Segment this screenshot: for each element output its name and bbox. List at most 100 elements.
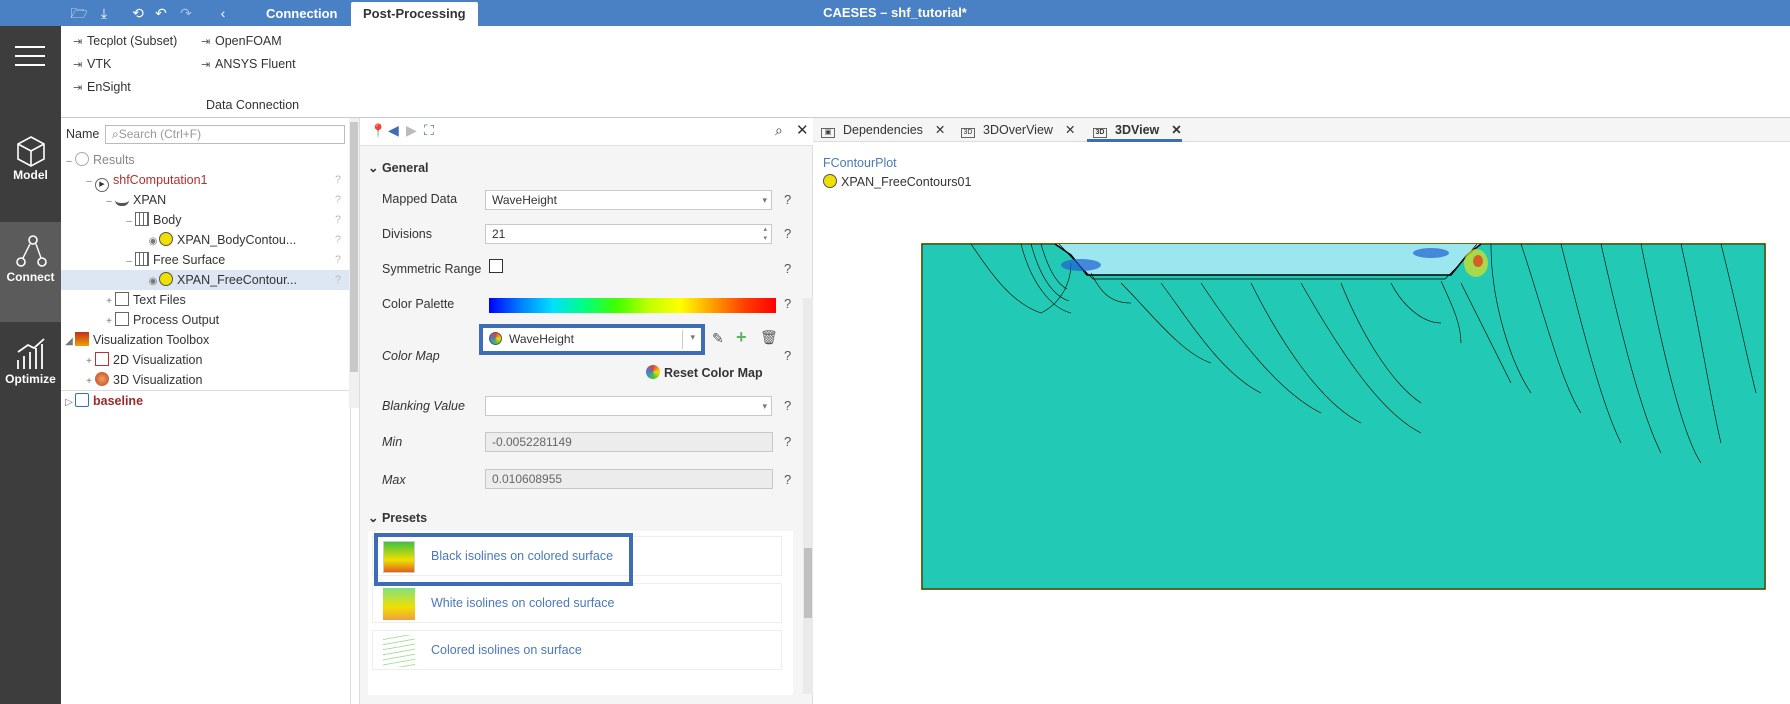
collapse-icon[interactable]: –	[103, 192, 115, 212]
ribbon-ensight[interactable]: ⇥ EnSight	[73, 77, 131, 97]
undo-icon[interactable]: ↶	[152, 4, 170, 22]
forward-arrow-icon[interactable]: ▶	[406, 122, 417, 139]
collapse-icon[interactable]: –	[63, 152, 75, 172]
add-plus-icon[interactable]: +	[736, 327, 747, 348]
redo-icon[interactable]: ↷	[177, 4, 195, 22]
expand-icon[interactable]: +	[103, 292, 115, 312]
contour-plot-header[interactable]: FContourPlot	[823, 156, 897, 170]
hamburger-menu-icon[interactable]	[15, 44, 45, 68]
general-section-header[interactable]: ⌄ General	[368, 160, 429, 175]
help-icon[interactable]: ?	[784, 261, 791, 276]
open-folder-icon[interactable]: 🗁	[70, 4, 88, 22]
tree-node-xpan-bodycontours[interactable]: ◉ XPAN_BodyContou...?	[61, 230, 349, 250]
help-icon[interactable]: ?	[335, 250, 341, 270]
properties-scrollbar[interactable]	[803, 298, 813, 694]
help-icon[interactable]: ?	[784, 398, 791, 413]
tab-3dview[interactable]: 3D 3DView ✕	[1087, 118, 1182, 142]
ribbon-ansys-fluent[interactable]: ⇥ ANSYS Fluent	[201, 54, 296, 74]
tab-dependencies[interactable]: ▣ Dependencies ✕	[815, 118, 945, 142]
close-icon[interactable]: ✕	[796, 121, 809, 139]
nav-model-label: Model	[13, 168, 48, 182]
help-icon[interactable]: ?	[784, 472, 791, 487]
help-icon[interactable]: ?	[335, 170, 341, 190]
close-icon[interactable]: ✕	[1065, 123, 1075, 137]
import-icon: ⇥	[201, 36, 211, 48]
tree-node-2d-visualization[interactable]: +2D Visualization	[61, 350, 349, 370]
back-icon[interactable]: ‹	[214, 4, 232, 22]
collapse-icon[interactable]: ◢	[63, 332, 75, 352]
collapse-icon[interactable]: –	[123, 252, 135, 272]
nav-optimize[interactable]: Optimize	[0, 326, 61, 426]
tree-node-process-output[interactable]: + Process Output	[61, 310, 349, 330]
expand-icon[interactable]: +	[83, 352, 95, 372]
tab-3doverview[interactable]: 3D 3DOverView ✕	[955, 118, 1075, 142]
collapse-icon[interactable]: –	[83, 172, 95, 192]
expand-icon[interactable]: +	[83, 372, 95, 388]
3d-view-icon: 3D	[961, 128, 975, 138]
divisions-spinbox[interactable]: 21 ▴ ▾	[485, 224, 772, 244]
mapped-data-dropdown[interactable]: WaveHeight ▾	[485, 190, 772, 210]
spin-arrows-icon[interactable]: ▴ ▾	[763, 225, 767, 243]
color-palette-bar[interactable]	[489, 298, 776, 313]
contour-plot-canvas[interactable]	[921, 243, 1766, 590]
expand-icon[interactable]: ▷	[63, 393, 75, 413]
history-icon[interactable]: ⟲	[129, 4, 147, 22]
fit-icon[interactable]: ⛶	[424, 122, 434, 139]
tree-node-3d-visualization[interactable]: +3D Visualization	[61, 370, 349, 388]
contour-icon	[159, 232, 173, 246]
back-arrow-icon[interactable]: ◀	[388, 122, 399, 139]
help-icon[interactable]: ?	[335, 190, 341, 210]
search-input[interactable]: ⌕Search (Ctrl+F)	[105, 125, 345, 144]
radio-icon[interactable]: ◉	[147, 232, 159, 252]
ribbon-openfoam[interactable]: ⇥ OpenFOAM	[201, 31, 282, 51]
symmetric-range-checkbox[interactable]	[489, 259, 503, 273]
help-icon[interactable]: ?	[784, 434, 791, 449]
edit-pencil-icon[interactable]: ✎	[712, 330, 724, 347]
results-icon	[75, 152, 89, 166]
preset-white-isolines[interactable]: White isolines on colored surface	[372, 583, 782, 623]
help-icon[interactable]: ?	[335, 230, 341, 250]
tree-node-baseline[interactable]: ▷ baseline	[61, 391, 349, 411]
collapse-icon[interactable]: –	[123, 212, 135, 232]
nav-connect-label: Connect	[6, 270, 55, 284]
reset-color-map-button[interactable]: Reset Color Map	[646, 365, 763, 380]
contour-legend-item[interactable]: XPAN_FreeContours01	[823, 174, 971, 189]
tree-node-shfcomputation1[interactable]: – ▶ shfComputation1?	[61, 170, 349, 192]
pin-icon[interactable]: 📍	[370, 123, 386, 139]
help-icon[interactable]: ?	[784, 348, 791, 363]
blanking-value-dropdown[interactable]: ▾	[485, 396, 772, 416]
tree-node-text-files[interactable]: + Text Files	[61, 290, 349, 310]
min-field: -0.0052281149	[485, 432, 773, 452]
trash-icon[interactable]: 🗑	[760, 329, 778, 346]
tree-scrollbar-thumb[interactable]	[350, 122, 358, 372]
tab-post-processing[interactable]: Post-Processing	[351, 2, 478, 26]
tab-connection[interactable]: Connection	[254, 2, 350, 26]
help-icon[interactable]: ?	[335, 210, 341, 230]
help-icon[interactable]: ?	[784, 192, 791, 207]
import-icon: ⇥	[73, 59, 83, 71]
preset-colored-isolines[interactable]: Colored isolines on surface	[372, 630, 782, 670]
tree-node-visualization-toolbox[interactable]: ◢ Visualization Toolbox	[61, 330, 349, 350]
help-icon[interactable]: ?	[784, 226, 791, 241]
left-navigation: Model Connect Optimize	[0, 26, 61, 704]
radio-icon[interactable]: ◉	[147, 272, 159, 292]
presets-section-header[interactable]: ⌄ Presets	[368, 510, 427, 525]
ribbon-vtk[interactable]: ⇥ VTK	[73, 54, 111, 74]
tree-node-results[interactable]: – Results	[61, 150, 349, 170]
color-map-dropdown[interactable]: WaveHeight ▾	[479, 324, 705, 355]
ribbon-tecplot[interactable]: ⇥ Tecplot (Subset)	[73, 31, 177, 51]
close-icon[interactable]: ✕	[935, 123, 945, 137]
tree-node-xpan[interactable]: – XPAN?	[61, 190, 349, 210]
save-icon[interactable]: ⤓	[95, 4, 113, 22]
help-icon[interactable]: ?	[784, 296, 791, 311]
search-icon[interactable]: ⌕	[775, 122, 783, 139]
tree-node-free-surface[interactable]: – Free Surface?	[61, 250, 349, 270]
nav-connect[interactable]: Connect	[0, 222, 61, 322]
properties-scrollbar-thumb[interactable]	[804, 548, 812, 618]
expand-icon[interactable]: +	[103, 312, 115, 332]
tree-node-body[interactable]: – Body?	[61, 210, 349, 230]
nav-model[interactable]: Model	[0, 128, 61, 228]
tree-node-xpan-freecontours[interactable]: ◉ XPAN_FreeContour...?	[61, 270, 349, 290]
help-icon[interactable]: ?	[335, 270, 341, 290]
close-icon[interactable]: ✕	[1171, 123, 1181, 137]
